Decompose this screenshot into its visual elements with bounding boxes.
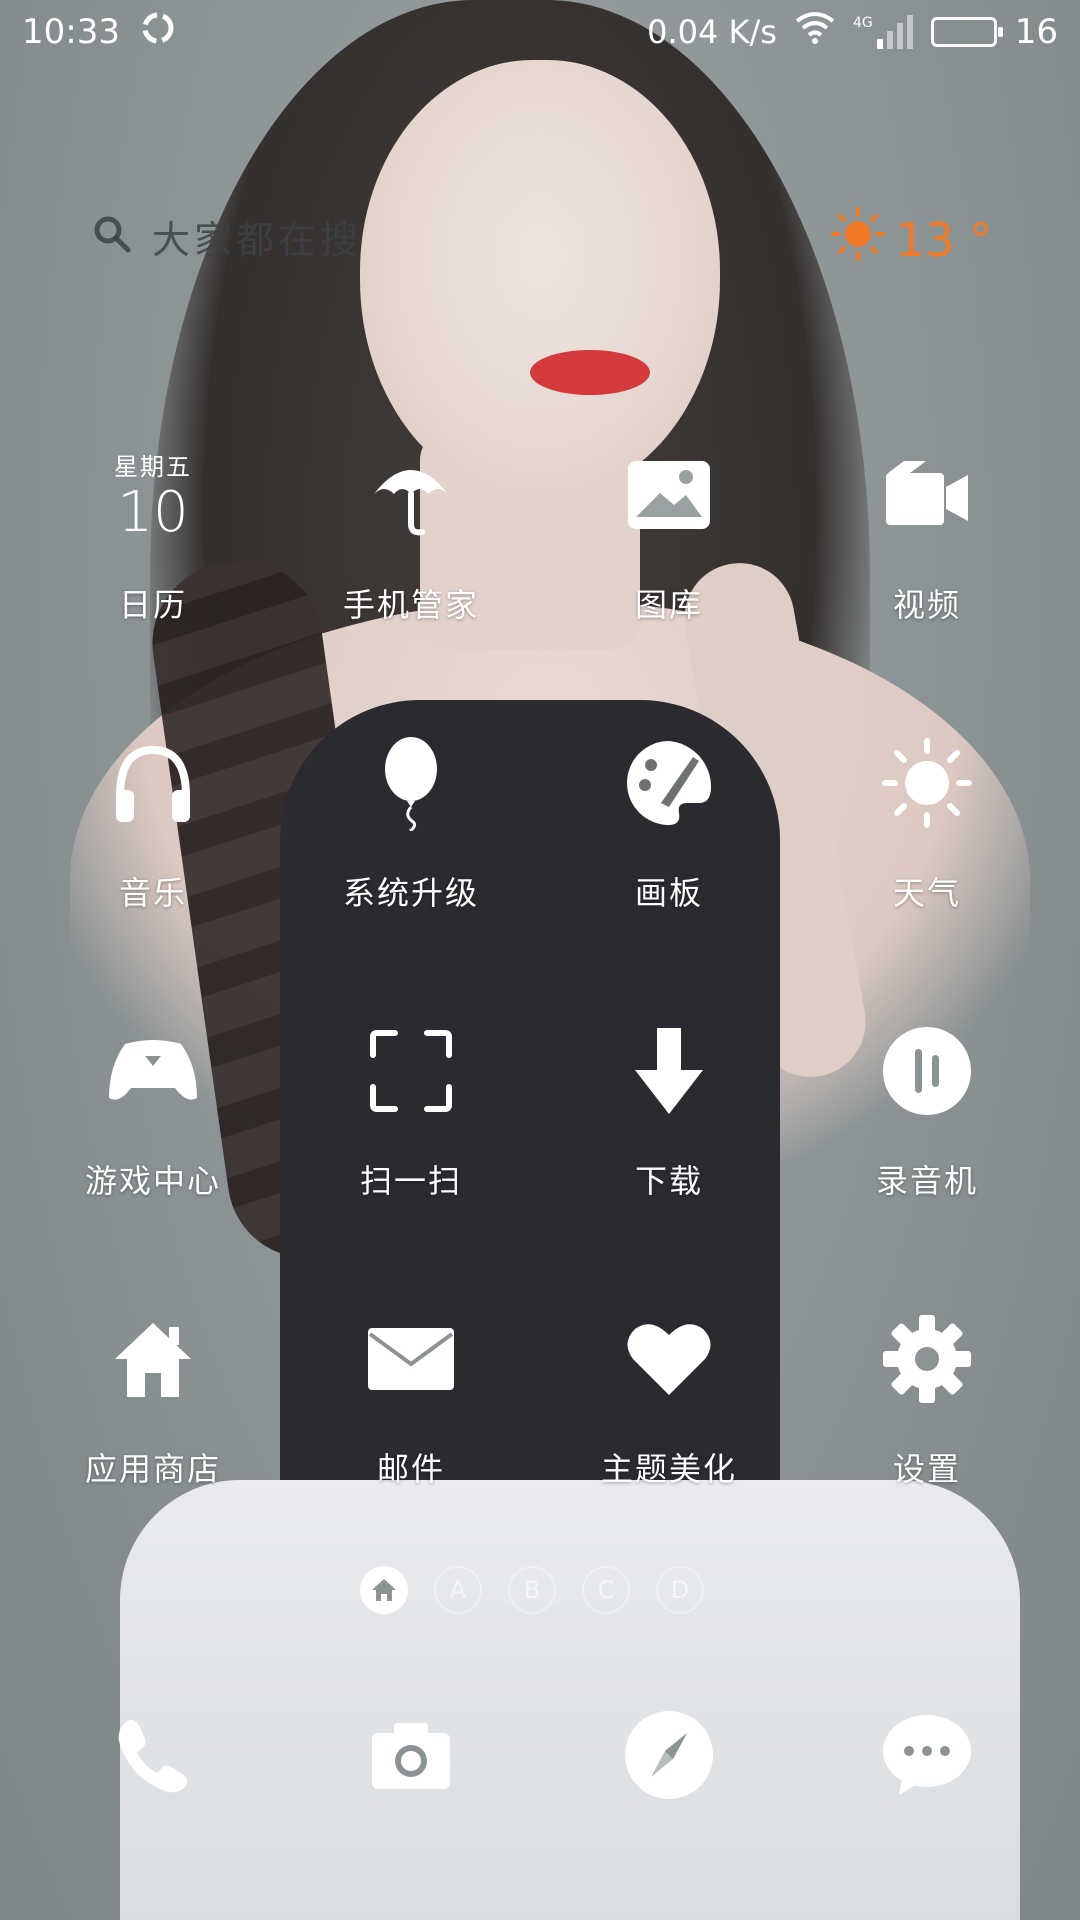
network-speed: 0.04 K/s (647, 13, 777, 51)
app-label: 主题美化 (600, 1450, 737, 1488)
page-dot-d[interactable]: D (656, 1566, 704, 1614)
balloon-icon (356, 728, 466, 838)
scan-frame-icon (356, 1016, 466, 1126)
app-download[interactable]: 下载 (540, 1016, 798, 1304)
app-label: 游戏中心 (84, 1162, 221, 1200)
app-label: 设置 (892, 1450, 961, 1488)
dock (0, 1700, 1080, 1810)
wallpaper-face (360, 60, 720, 500)
app-label: 邮件 (376, 1450, 445, 1488)
home-store-icon (98, 1304, 208, 1414)
network-type: 4G (852, 15, 873, 31)
home-icon (372, 1579, 396, 1601)
calendar-day: 10 (117, 479, 189, 545)
app-label: 应用商店 (84, 1450, 221, 1488)
app-system-update[interactable]: 系统升级 (282, 728, 540, 1016)
search-placeholder: 大家都在搜 (152, 217, 363, 262)
wallpaper-lips (530, 350, 650, 395)
compass-icon (614, 1700, 724, 1810)
app-settings[interactable]: 设置 (798, 1304, 1056, 1592)
wifi-icon (795, 11, 835, 54)
dock-messages[interactable] (798, 1700, 1056, 1810)
status-bar: 10:33 0.04 K/s 4G 16 (0, 0, 1080, 64)
dock-browser[interactable] (540, 1700, 798, 1810)
recorder-icon (872, 1016, 982, 1126)
app-grid: 星期五 10 日历 手机管家 图库 视频 音乐 系统升级 画板 天气 游戏中心 … (0, 440, 1080, 1592)
app-recorder[interactable]: 录音机 (798, 1016, 1056, 1304)
app-drawing-board[interactable]: 画板 (540, 728, 798, 1016)
envelope-icon (356, 1304, 466, 1414)
sun-icon (872, 728, 982, 838)
app-weather[interactable]: 天气 (798, 728, 1056, 1016)
page-indicator: A B C D (360, 1566, 704, 1614)
sun-icon (830, 206, 886, 273)
video-camera-icon (872, 440, 982, 550)
search-widget[interactable]: 大家都在搜 (92, 206, 362, 266)
app-music[interactable]: 音乐 (24, 728, 282, 1016)
gear-icon (872, 1304, 982, 1414)
calendar-weekday: 星期五 (114, 452, 192, 481)
page-dot-c[interactable]: C (582, 1566, 630, 1614)
app-mail[interactable]: 邮件 (282, 1304, 540, 1592)
battery-icon (930, 17, 1003, 47)
app-label: 音乐 (118, 874, 187, 912)
app-gallery[interactable]: 图库 (540, 440, 798, 728)
headphones-icon (98, 728, 208, 838)
status-time: 10:33 (22, 12, 120, 52)
palette-icon (614, 728, 724, 838)
heart-icon (614, 1304, 724, 1414)
battery-level: 16 (1014, 12, 1058, 52)
message-bubble-icon (872, 1700, 982, 1810)
app-scan[interactable]: 扫一扫 (282, 1016, 540, 1304)
calendar-icon: 星期五 10 (98, 440, 208, 550)
signal-bars-icon (876, 15, 913, 49)
page-dot-b[interactable]: B (508, 1566, 556, 1614)
app-label: 天气 (892, 874, 961, 912)
image-icon (614, 440, 724, 550)
app-label: 系统升级 (342, 874, 479, 912)
weather-widget[interactable]: 13 ° (830, 206, 992, 273)
app-phone-manager[interactable]: 手机管家 (282, 440, 540, 728)
camera-icon (356, 1700, 466, 1810)
app-label: 日历 (118, 586, 187, 624)
weather-temperature: 13 ° (896, 212, 993, 267)
umbrella-icon (356, 440, 466, 550)
app-label: 手机管家 (342, 586, 479, 624)
app-label: 画板 (634, 874, 703, 912)
sync-icon (138, 8, 178, 57)
page-dot-a[interactable]: A (434, 1566, 482, 1614)
dock-phone[interactable] (24, 1700, 282, 1810)
download-arrow-icon (614, 1016, 724, 1126)
app-label: 录音机 (875, 1162, 978, 1200)
phone-icon (98, 1700, 208, 1810)
search-icon (92, 214, 132, 258)
page-dot-home[interactable] (360, 1566, 408, 1614)
app-label: 扫一扫 (359, 1162, 462, 1200)
app-app-store[interactable]: 应用商店 (24, 1304, 282, 1592)
dock-camera[interactable] (282, 1700, 540, 1810)
app-label: 图库 (634, 586, 703, 624)
app-game-center[interactable]: 游戏中心 (24, 1016, 282, 1304)
app-theme[interactable]: 主题美化 (540, 1304, 798, 1592)
app-video[interactable]: 视频 (798, 440, 1056, 728)
app-label: 视频 (892, 586, 961, 624)
app-label: 下载 (634, 1162, 703, 1200)
app-calendar[interactable]: 星期五 10 日历 (24, 440, 282, 728)
gamepad-icon (98, 1016, 208, 1126)
